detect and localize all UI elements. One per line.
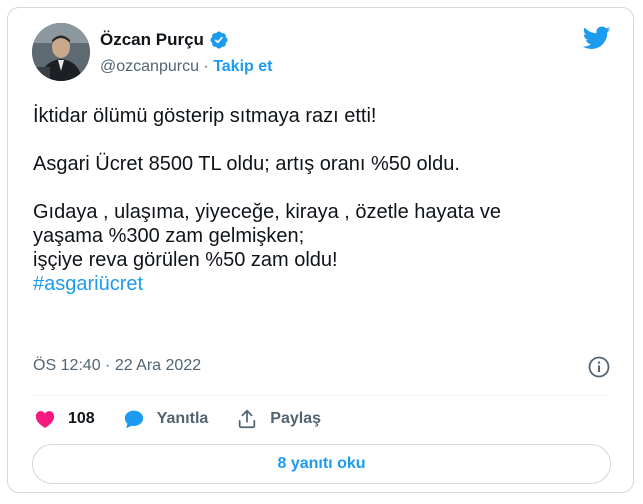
reply-bubble-icon: [124, 410, 143, 428]
tweet-line: yaşama %300 zam gelmişken;: [33, 225, 305, 247]
avatar-photo: [32, 23, 90, 81]
share-button[interactable]: Paylaş: [236, 408, 321, 430]
avatar[interactable]: [32, 23, 90, 81]
handle-separator: ·: [198, 58, 214, 75]
verified-badge-icon: [210, 31, 228, 49]
author-handle-row: @ozcanpurcu · Takip et: [100, 58, 272, 76]
info-icon[interactable]: [587, 355, 611, 379]
tweet-timestamp[interactable]: ÖS 12:40 · 22 Ara 2022: [33, 357, 201, 375]
tweet-line: İktidar ölümü gösterip sıtmaya razı etti…: [33, 105, 377, 127]
author-handle[interactable]: @ozcanpurcu: [100, 58, 199, 75]
like-count: 108: [68, 410, 95, 427]
author-name-row: Özcan Purçu: [100, 30, 229, 50]
tweet-card: Özcan Purçu @ozcanpurcu · Takip et İktid…: [7, 7, 634, 493]
reply-label: Yanıtla: [156, 410, 209, 427]
author-name[interactable]: Özcan Purçu: [100, 30, 204, 50]
divider: [32, 395, 609, 396]
like-button[interactable]: 108: [34, 408, 95, 430]
hashtag-link[interactable]: #asgariücret: [33, 272, 613, 296]
share-icon: [239, 409, 256, 429]
reply-button[interactable]: Yanıtla: [123, 408, 209, 430]
share-label: Paylaş: [270, 410, 321, 427]
action-bar: 108 Yanıtla Paylaş: [34, 408, 349, 430]
twitter-bird-icon[interactable]: [583, 26, 611, 50]
tweet-text: İktidar ölümü gösterip sıtmaya razı etti…: [33, 104, 613, 296]
read-replies-button[interactable]: 8 yanıtı oku: [32, 444, 611, 484]
tweet-line: işçiye reva görülen %50 zam oldu!: [33, 249, 338, 271]
tweet-line: Gıdaya , ulaşıma, yiyeceğe, kiraya , öze…: [33, 201, 502, 223]
tweet-line: Asgari Ücret 8500 TL oldu; artış oranı %…: [33, 153, 460, 175]
heart-icon: [35, 411, 55, 428]
follow-button[interactable]: Takip et: [213, 58, 272, 75]
